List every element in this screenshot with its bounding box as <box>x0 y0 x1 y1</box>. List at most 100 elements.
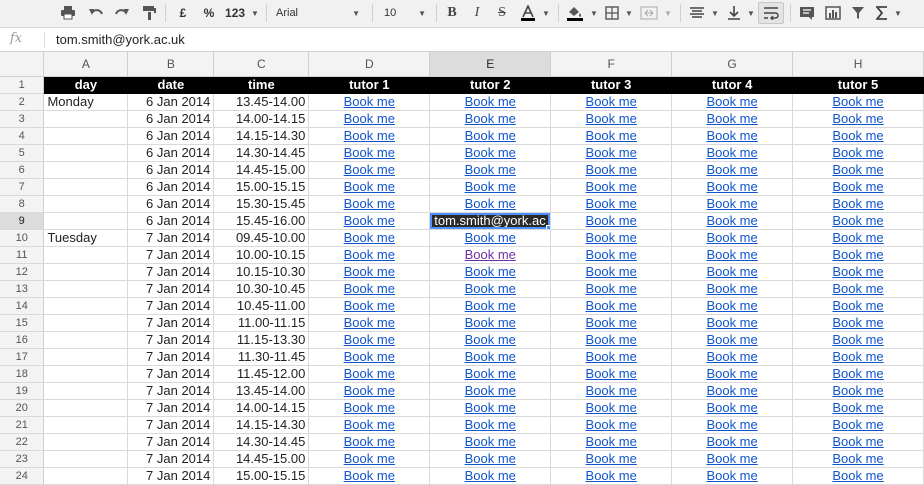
time-cell[interactable]: 11.30-11.45 <box>213 348 310 366</box>
book-me-link[interactable]: Book me <box>344 366 395 381</box>
tutor-3-cell[interactable]: Book me <box>550 263 673 281</box>
tutor-1-cell[interactable]: Book me <box>308 144 431 162</box>
tutor-1-cell[interactable]: Book me <box>308 246 431 264</box>
tutor-3-cell[interactable]: Book me <box>550 399 673 417</box>
book-me-link[interactable]: Book me <box>586 162 637 177</box>
book-me-link[interactable]: Book me <box>344 196 395 211</box>
book-me-link[interactable]: Book me <box>586 298 637 313</box>
book-me-link[interactable]: Book me <box>832 468 883 483</box>
book-me-link[interactable]: Book me <box>832 400 883 415</box>
book-me-link[interactable]: Book me <box>832 230 883 245</box>
time-cell[interactable]: 15.45-16.00 <box>213 212 310 230</box>
book-me-link[interactable]: Book me <box>344 247 395 262</box>
tutor-4-cell[interactable]: Book me <box>671 110 794 128</box>
book-me-link[interactable]: Book me <box>586 281 637 296</box>
bold-icon[interactable]: B <box>442 2 462 24</box>
tutor-2-cell[interactable]: Book me <box>429 433 552 451</box>
tutor-3-cell[interactable]: Book me <box>550 229 673 247</box>
book-me-link[interactable]: Book me <box>832 315 883 330</box>
book-me-link[interactable]: Book me <box>344 434 395 449</box>
book-me-link[interactable]: Book me <box>344 315 395 330</box>
time-cell[interactable]: 14.30-14.45 <box>213 433 310 451</box>
row-header[interactable]: 4 <box>0 127 45 145</box>
row-header[interactable]: 24 <box>0 467 45 485</box>
tutor-2-cell[interactable]: Book me <box>429 229 552 247</box>
tutor-5-cell[interactable]: Book me <box>792 263 924 281</box>
font-family-dropdown[interactable]: Arial ▼ <box>272 2 364 24</box>
tutor-4-cell[interactable]: Book me <box>671 127 794 145</box>
row-header[interactable]: 7 <box>0 178 45 196</box>
tutor-2-cell[interactable]: Book me <box>429 178 552 196</box>
day-cell[interactable]: Tuesday <box>43 229 129 247</box>
tutor-1-cell[interactable]: Book me <box>308 399 431 417</box>
day-cell[interactable] <box>43 331 129 349</box>
borders-icon[interactable]: ▼ <box>602 2 636 24</box>
tutor-1-cell[interactable]: Book me <box>308 195 431 213</box>
tutor-3-cell[interactable]: Book me <box>550 348 673 366</box>
tutor-3-cell[interactable]: Book me <box>550 433 673 451</box>
tutor-3-cell[interactable]: Book me <box>550 212 673 230</box>
row-header[interactable]: 9 <box>0 212 45 230</box>
book-me-link[interactable]: Book me <box>706 451 757 466</box>
book-me-link[interactable]: Book me <box>586 94 637 109</box>
paint-format-icon[interactable] <box>138 2 160 24</box>
tutor-3-cell[interactable]: Book me <box>550 161 673 179</box>
tutor-5-cell[interactable]: Book me <box>792 212 924 230</box>
tutor-4-cell[interactable]: Book me <box>671 246 794 264</box>
column-header-c[interactable]: C <box>213 52 310 77</box>
book-me-link[interactable]: Book me <box>344 349 395 364</box>
tutor-1-cell[interactable]: Book me <box>308 416 431 434</box>
date-cell[interactable]: 7 Jan 2014 <box>127 365 215 383</box>
date-cell[interactable]: 6 Jan 2014 <box>127 161 215 179</box>
book-me-link[interactable]: Book me <box>586 366 637 381</box>
insert-comment-icon[interactable] <box>796 2 818 24</box>
tutor-4-cell[interactable]: Book me <box>671 144 794 162</box>
tutor-1-cell[interactable]: Book me <box>308 229 431 247</box>
time-cell[interactable]: 10.30-10.45 <box>213 280 310 298</box>
book-me-link[interactable]: Book me <box>465 349 516 364</box>
tutor-4-cell[interactable]: Book me <box>671 450 794 468</box>
date-cell[interactable]: 7 Jan 2014 <box>127 416 215 434</box>
book-me-link[interactable]: Book me <box>706 400 757 415</box>
date-cell[interactable]: 7 Jan 2014 <box>127 297 215 315</box>
time-cell[interactable]: 14.15-14.30 <box>213 127 310 145</box>
book-me-link[interactable]: Book me <box>586 349 637 364</box>
tutor-3-cell[interactable]: Book me <box>550 93 673 111</box>
header-cell[interactable]: tutor 4 <box>671 76 794 94</box>
day-cell[interactable] <box>43 348 129 366</box>
time-cell[interactable]: 13.45-14.00 <box>213 382 310 400</box>
book-me-link[interactable]: Book me <box>465 281 516 296</box>
book-me-link[interactable]: Book me <box>465 111 516 126</box>
tutor-5-cell[interactable]: Book me <box>792 93 924 111</box>
book-me-link[interactable]: Book me <box>832 264 883 279</box>
tutor-5-cell[interactable]: Book me <box>792 450 924 468</box>
row-header[interactable]: 5 <box>0 144 45 162</box>
tutor-1-cell[interactable]: Book me <box>308 331 431 349</box>
book-me-link[interactable]: Book me <box>706 94 757 109</box>
row-header[interactable]: 17 <box>0 348 45 366</box>
tutor-1-cell[interactable]: Book me <box>308 93 431 111</box>
book-me-link[interactable]: Book me <box>586 230 637 245</box>
tutor-4-cell[interactable]: Book me <box>671 212 794 230</box>
tutor-2-cell[interactable]: Book me <box>429 331 552 349</box>
book-me-link[interactable]: Book me <box>706 264 757 279</box>
day-cell[interactable]: Monday <box>43 93 129 111</box>
column-header-h[interactable]: H <box>792 52 924 77</box>
percent-button[interactable]: % <box>198 2 220 24</box>
tutor-1-cell[interactable]: Book me <box>308 433 431 451</box>
book-me-link[interactable]: Book me <box>706 332 757 347</box>
tutor-1-cell[interactable]: Book me <box>308 127 431 145</box>
book-me-link[interactable]: Book me <box>832 298 883 313</box>
tutor-2-cell[interactable]: Book me <box>429 127 552 145</box>
header-cell[interactable]: day <box>43 76 129 94</box>
insert-chart-icon[interactable] <box>822 2 844 24</box>
tutor-2-cell[interactable]: Book me <box>429 263 552 281</box>
book-me-link[interactable]: Book me <box>586 451 637 466</box>
day-cell[interactable] <box>43 416 129 434</box>
book-me-link[interactable]: Book me <box>706 468 757 483</box>
tutor-2-cell[interactable]: Book me <box>429 348 552 366</box>
book-me-link[interactable]: Book me <box>706 247 757 262</box>
book-me-link[interactable]: Book me <box>586 383 637 398</box>
book-me-link[interactable]: Book me <box>832 349 883 364</box>
tutor-4-cell[interactable]: Book me <box>671 280 794 298</box>
